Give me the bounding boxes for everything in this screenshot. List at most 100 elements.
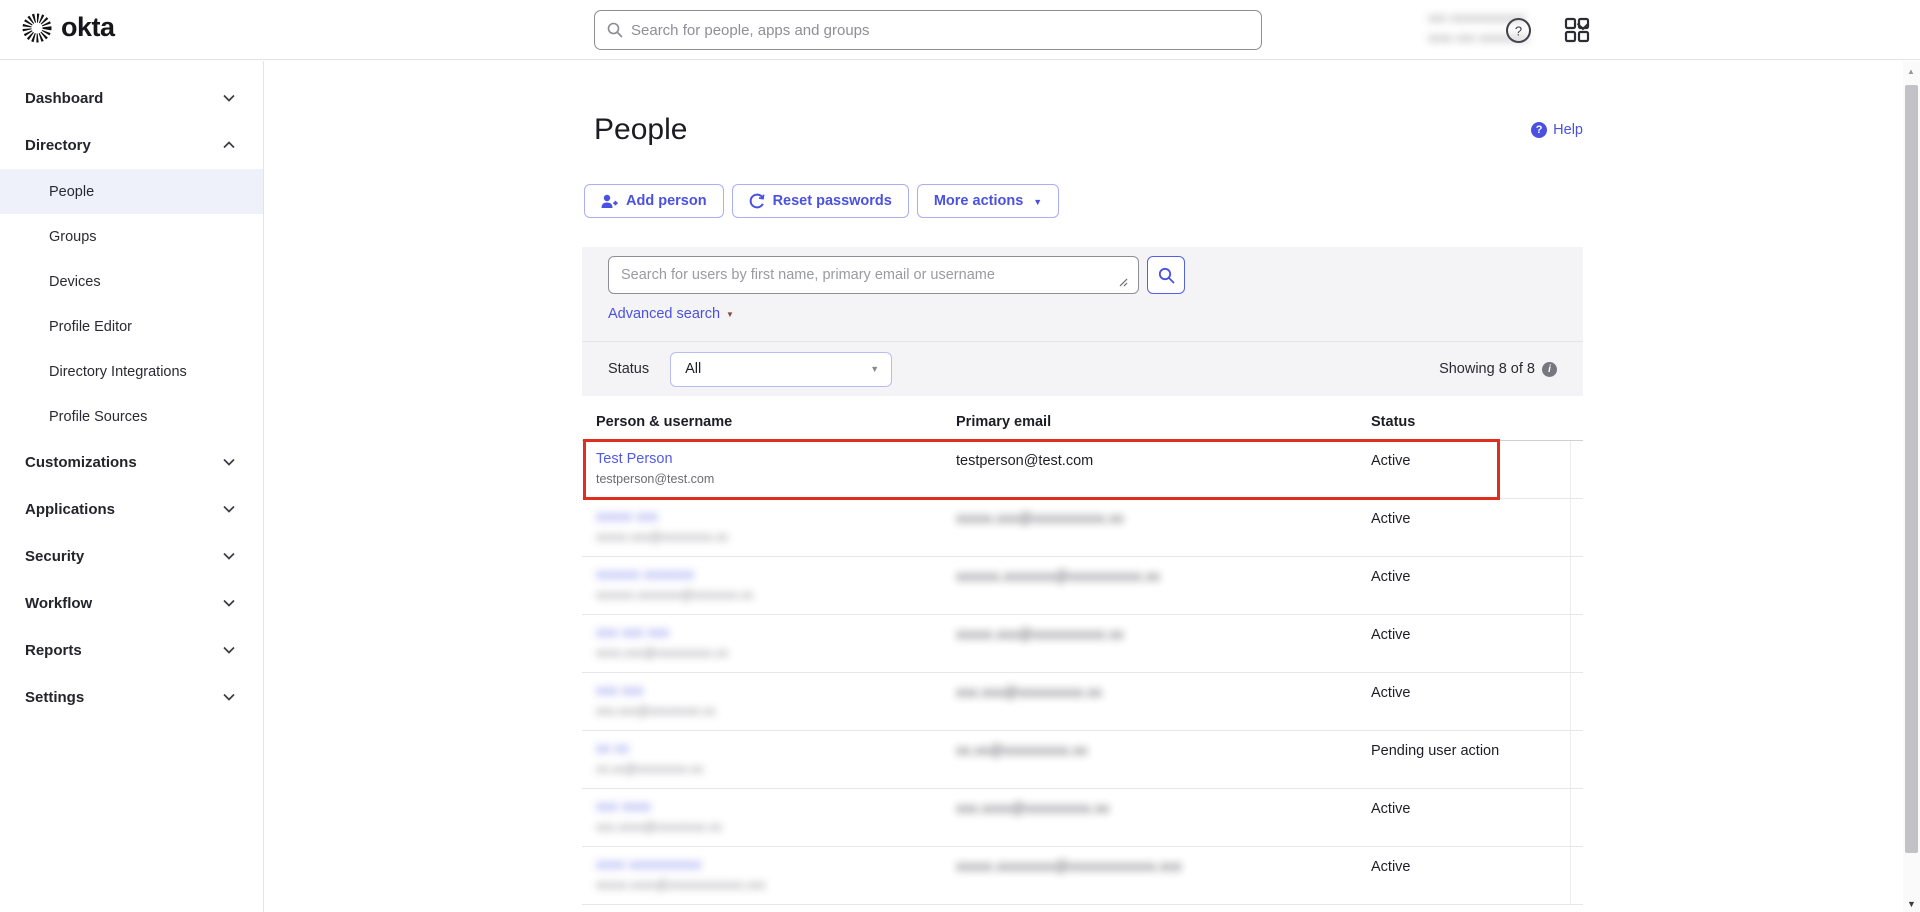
column-header: Person & username <box>582 414 956 430</box>
sidebar-item-workflow[interactable]: Workflow <box>0 580 263 627</box>
account-org: xxxx xxx xxxxxxxx <box>1428 31 1568 45</box>
global-search[interactable] <box>594 10 1262 50</box>
people-search-input[interactable] <box>621 267 1117 283</box>
chevron-down-icon <box>223 458 235 466</box>
global-search-input[interactable] <box>631 22 1249 39</box>
person-username: xx.xx@xxxxxxxx.xx <box>596 762 956 776</box>
row-end-divider <box>1570 847 1583 904</box>
sidebar-item-people[interactable]: People <box>0 169 263 214</box>
person-username: testperson@test.com <box>596 472 956 486</box>
okta-wordmark: okta <box>61 12 115 43</box>
row-end-divider <box>1570 557 1583 614</box>
sidebar-item-label: Workflow <box>25 595 92 612</box>
button-label: Add person <box>626 193 707 209</box>
scroll-up-icon[interactable]: ▲ <box>1907 67 1915 76</box>
okta-logo[interactable]: okta <box>22 12 115 43</box>
people-search-button[interactable] <box>1147 256 1185 294</box>
person-username: xxxxx.xxx@xxxxxxxx.xx <box>596 530 956 544</box>
person-link[interactable]: xxxxxx xxxxxxx <box>596 567 956 583</box>
sidebar-item-label: Directory <box>25 137 91 154</box>
sidebar-item-groups[interactable]: Groups <box>0 214 263 259</box>
sidebar-item-label: Applications <box>25 501 115 518</box>
sidebar-subitem-label: Profile Editor <box>49 319 132 335</box>
chevron-down-icon <box>223 94 235 102</box>
people-search-field[interactable] <box>608 256 1139 294</box>
sidebar-subitem-label: Directory Integrations <box>49 364 187 380</box>
sidebar-item-security[interactable]: Security <box>0 533 263 580</box>
account-chevron-down-icon[interactable] <box>1576 22 1590 31</box>
person-link[interactable]: xx xx <box>596 741 956 757</box>
person-email: testperson@test.com <box>956 441 1371 498</box>
sidebar-subitem-label: Devices <box>49 274 101 290</box>
advanced-search-label: Advanced search <box>608 306 720 322</box>
sidebar-item-label: Settings <box>25 689 84 706</box>
sidebar-item-directory[interactable]: Directory <box>0 122 263 169</box>
caret-down-icon: ▼ <box>1031 193 1042 209</box>
status-filter-select[interactable]: All ▼ <box>670 352 892 387</box>
sidebar-item-settings[interactable]: Settings <box>0 674 263 721</box>
person-username: xxxxxx.xxxxxxx@xxxxxxx.xx <box>596 588 956 602</box>
page-title: People <box>582 113 1583 147</box>
person-status: Active <box>1371 441 1570 498</box>
add-person-button[interactable]: Add person <box>584 184 724 218</box>
chevron-down-icon <box>223 505 235 513</box>
table-row: xxx xxx xxxxxxx.xxx@xxxxxxxxx.xxxxxxx.xx… <box>582 615 1583 673</box>
status-filter-label: Status <box>608 361 649 377</box>
sidebar-item-devices[interactable]: Devices <box>0 259 263 304</box>
person-username: xxx.xxx@xxxxxxxx.xx <box>596 704 956 718</box>
table-row: xx xxxx.xx@xxxxxxxx.xxxx.xx@xxxxxxxxx.xx… <box>582 731 1583 789</box>
help-badge-icon: ? <box>1531 122 1547 138</box>
sidebar-item-profile-sources[interactable]: Profile Sources <box>0 394 263 439</box>
sidebar-item-reports[interactable]: Reports <box>0 627 263 674</box>
sidebar-item-label: Security <box>25 548 84 565</box>
resize-grip-icon[interactable] <box>1117 276 1128 287</box>
sidebar-item-applications[interactable]: Applications <box>0 486 263 533</box>
person-link[interactable]: xxx xxx <box>596 683 956 699</box>
person-status: Active <box>1371 673 1570 730</box>
person-link[interactable]: Test Person <box>596 451 956 467</box>
sidebar-item-dashboard[interactable]: Dashboard <box>0 75 263 122</box>
person-status: Active <box>1371 615 1570 672</box>
row-end-divider <box>1570 499 1583 556</box>
search-icon <box>607 22 623 38</box>
row-end-divider <box>1570 441 1583 498</box>
table-row: xxx xxxxxxx.xxxx@xxxxxxxx.xxxxx.xxxx@xxx… <box>582 789 1583 847</box>
column-header: Primary email <box>956 414 1371 430</box>
button-label: Reset passwords <box>773 193 892 209</box>
column-header: Status <box>1371 414 1570 430</box>
row-end-divider <box>1570 615 1583 672</box>
scrollbar-thumb[interactable] <box>1905 85 1918 853</box>
person-add-icon <box>601 194 618 209</box>
sidebar-item-label: Customizations <box>25 454 137 471</box>
select-caret-down-icon: ▼ <box>870 364 879 374</box>
advanced-search-link[interactable]: Advanced search ▼ <box>608 306 734 322</box>
table-row: Test Persontestperson@test.comtestperson… <box>582 441 1583 499</box>
vertical-scrollbar[interactable]: ▲ ▼ <box>1903 61 1920 912</box>
scroll-down-icon[interactable]: ▼ <box>1907 899 1916 909</box>
person-link[interactable]: xxx xxx xxx <box>596 625 956 641</box>
person-email: xxxxx.xxx@xxxxxxxxxx.xx <box>956 615 1371 672</box>
reset-passwords-button[interactable]: Reset passwords <box>732 184 909 218</box>
people-table: Person & usernamePrimary emailStatus Tes… <box>582 403 1583 905</box>
sidebar-item-directory-integrations[interactable]: Directory Integrations <box>0 349 263 394</box>
person-status: Active <box>1371 789 1570 846</box>
table-body: Test Persontestperson@test.comtestperson… <box>582 441 1583 905</box>
person-link[interactable]: xxxx xxxxxxxxxx <box>596 857 956 873</box>
person-link[interactable]: xxx xxxx <box>596 799 956 815</box>
person-email: xxxxx.xxxxxxxx@xxxxxxxxxxxx.xxx <box>956 847 1371 904</box>
person-link[interactable]: xxxxx xxx <box>596 509 956 525</box>
person-email: xxxxx.xxx@xxxxxxxxxx.xx <box>956 499 1371 556</box>
chevron-up-icon <box>223 141 235 149</box>
person-status: Active <box>1371 499 1570 556</box>
person-status: Pending user action <box>1371 731 1570 788</box>
chevron-down-icon <box>223 599 235 607</box>
info-icon[interactable]: i <box>1542 362 1557 377</box>
sidebar-item-profile-editor[interactable]: Profile Editor <box>0 304 263 349</box>
page-help-link[interactable]: ? Help <box>1531 122 1583 138</box>
row-end-divider <box>1570 673 1583 730</box>
account-menu[interactable]: xxx xxxxxxxxxxxx xxxx xxx xxxxxxxx <box>1428 11 1568 45</box>
row-end-divider <box>1570 789 1583 846</box>
sidebar-item-customizations[interactable]: Customizations <box>0 439 263 486</box>
more-actions-button[interactable]: More actions▼ <box>917 184 1059 218</box>
row-end-divider <box>1570 731 1583 788</box>
